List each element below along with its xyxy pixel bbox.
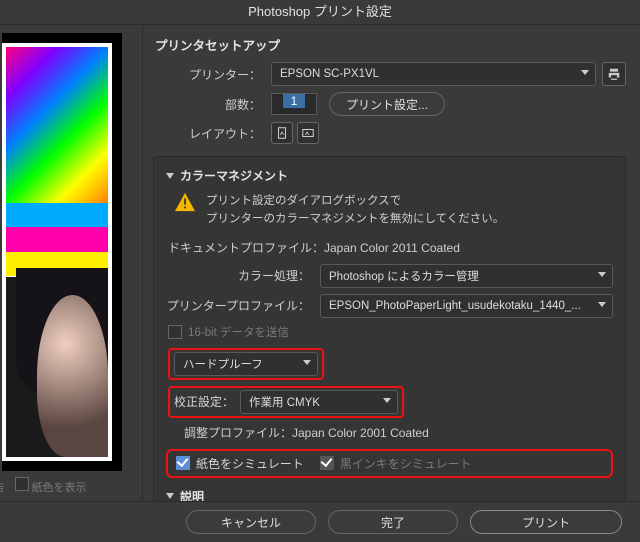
- proof-setup-label: 校正設定：: [174, 393, 234, 410]
- simulate-paper-color-label: 紙色をシミュレート: [196, 455, 304, 472]
- dialog-button-bar: キャンセル 完了 プリント: [0, 501, 640, 542]
- warning-icon: [174, 192, 196, 212]
- match-print-colors-check[interactable]: 警告: [0, 477, 5, 495]
- print-button[interactable]: プリント: [470, 510, 622, 534]
- print-preview: [2, 33, 122, 471]
- printer-profile-select[interactable]: EPSON_PhotoPaperLight_usudekotaku_1440_.…: [320, 294, 613, 318]
- proof-setup-select[interactable]: 作業用 CMYK: [240, 390, 398, 414]
- show-paper-white-check[interactable]: 紙色を表示: [15, 477, 87, 495]
- print-settings-button[interactable]: プリント設定...: [329, 92, 445, 116]
- disclosure-icon: [166, 493, 174, 499]
- preview-column: 警告 紙色を表示: [0, 25, 142, 515]
- done-button[interactable]: 完了: [328, 510, 458, 534]
- copies-input[interactable]: 1: [271, 93, 317, 115]
- simulate-black-ink-label: 黒インキをシミュレート: [340, 455, 472, 472]
- simulate-black-ink-checkbox: [320, 456, 334, 470]
- simulate-paper-color-checkbox[interactable]: [176, 456, 190, 470]
- adjust-profile-text: 調整プロファイル：Japan Color 2001 Coated: [184, 424, 613, 441]
- layout-landscape-button[interactable]: [297, 122, 319, 144]
- window-title: Photoshop プリント設定: [0, 0, 640, 25]
- printer-profile-label: プリンタープロファイル：: [166, 297, 320, 314]
- rendering-intent-select[interactable]: ハードプルーフ: [174, 352, 318, 376]
- send-16bit-checkbox: [168, 325, 182, 339]
- printer-setup-title: プリンタセットアップ: [155, 35, 626, 54]
- chevron-down-icon: [581, 70, 589, 75]
- chevron-down-icon: [598, 302, 606, 307]
- copies-label: 部数：: [153, 96, 271, 113]
- layout-portrait-button[interactable]: [271, 122, 293, 144]
- printer-settings-icon-button[interactable]: [602, 62, 626, 86]
- layout-label: レイアウト：: [153, 125, 271, 142]
- printer-select[interactable]: EPSON SC-PX1VL: [271, 62, 596, 86]
- send-16bit-label: 16-bit データを送信: [188, 324, 289, 340]
- disclosure-icon: [166, 173, 174, 179]
- chevron-down-icon: [598, 272, 606, 277]
- color-management-panel: カラーマネジメント プリント設定のダイアログボックスで プリンターのカラーマネジ…: [153, 156, 626, 515]
- color-management-title[interactable]: カラーマネジメント: [166, 167, 613, 184]
- printer-label: プリンター：: [153, 66, 271, 83]
- color-handling-label: カラー処理：: [166, 267, 320, 284]
- document-profile-text: ドキュメントプロファイル：Japan Color 2011 Coated: [168, 239, 613, 256]
- color-handling-select[interactable]: Photoshop によるカラー管理: [320, 264, 613, 288]
- chevron-down-icon: [383, 398, 391, 403]
- chevron-down-icon: [303, 360, 311, 365]
- cancel-button[interactable]: キャンセル: [186, 510, 316, 534]
- warning-text: プリント設定のダイアログボックスで プリンターのカラーマネジメントを無効にしてく…: [206, 192, 504, 229]
